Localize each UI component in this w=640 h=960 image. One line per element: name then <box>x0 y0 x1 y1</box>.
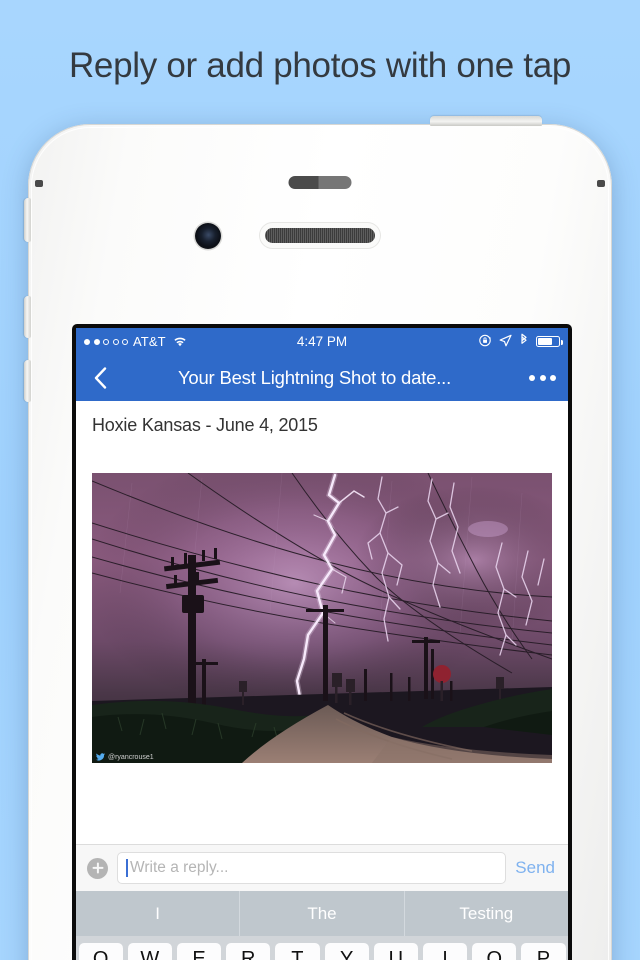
front-camera <box>195 223 221 249</box>
bluetooth-icon <box>519 333 529 350</box>
key-e[interactable]: E <box>176 943 222 960</box>
more-dots-icon[interactable] <box>529 375 556 381</box>
keyboard-suggestion-bar: I The Testing <box>76 891 568 936</box>
location-arrow-icon <box>499 334 512 350</box>
post-title: Hoxie Kansas - June 4, 2015 <box>92 415 318 435</box>
suggestion-item[interactable]: The <box>239 891 403 936</box>
reply-input[interactable]: Write a reply... <box>117 852 507 884</box>
key-q[interactable]: Q <box>78 943 123 960</box>
send-button[interactable]: Send <box>515 858 557 878</box>
silent-switch[interactable] <box>24 198 31 242</box>
post-content: Hoxie Kansas - June 4, 2015 @ryancrouse1 <box>76 401 568 815</box>
antenna-band-left <box>35 180 43 187</box>
watermark-handle: @ryancrouse1 <box>108 754 154 761</box>
page-title: Reply or add photos with one tap <box>68 46 572 85</box>
reply-bar: Write a reply... Send <box>76 844 568 891</box>
key-i[interactable]: I <box>422 943 468 960</box>
add-photo-button[interactable] <box>87 857 108 879</box>
text-caret <box>126 859 128 877</box>
twitter-bird-icon <box>96 753 105 762</box>
reply-placeholder: Write a reply... <box>130 859 229 876</box>
key-w[interactable]: W <box>127 943 172 960</box>
volume-up-button[interactable] <box>24 296 31 338</box>
photo-watermark: @ryancrouse1 <box>96 753 154 762</box>
keyboard-row-1: Q W E R T Y U I O P <box>76 943 568 960</box>
screen-bezel: AT&T 4:47 PM Your Best Lightning Shot to… <box>72 324 572 960</box>
key-p[interactable]: P <box>521 943 566 960</box>
proximity-sensor <box>288 176 352 189</box>
phone-device: AT&T 4:47 PM Your Best Lightning Shot to… <box>24 116 612 960</box>
key-t[interactable]: T <box>275 943 320 960</box>
onscreen-keyboard: Q W E R T Y U I O P <box>76 936 568 960</box>
wifi-icon <box>173 336 187 347</box>
nav-title: Your Best Lightning Shot to date... <box>177 367 452 388</box>
key-r[interactable]: R <box>226 943 271 960</box>
key-u[interactable]: U <box>373 943 418 960</box>
key-o[interactable]: O <box>472 943 517 960</box>
power-button[interactable] <box>430 116 542 126</box>
rotation-lock-icon <box>479 334 492 350</box>
volume-down-button[interactable] <box>24 360 31 402</box>
suggestion-item[interactable]: Testing <box>403 891 568 936</box>
lightning-photo[interactable]: @ryancrouse1 <box>92 473 552 763</box>
status-bar-right-icons <box>479 333 563 350</box>
navigation-bar: Your Best Lightning Shot to date... <box>76 355 568 401</box>
signal-strength-icon <box>84 338 128 345</box>
carrier-label: AT&T <box>133 334 166 349</box>
battery-icon <box>536 336 563 347</box>
phone-screen: AT&T 4:47 PM Your Best Lightning Shot to… <box>76 328 568 960</box>
suggestion-item[interactable]: I <box>76 891 239 936</box>
key-y[interactable]: Y <box>324 943 369 960</box>
antenna-band-right <box>597 180 605 187</box>
earpiece-speaker <box>265 228 375 243</box>
status-bar: AT&T 4:47 PM <box>76 328 568 355</box>
